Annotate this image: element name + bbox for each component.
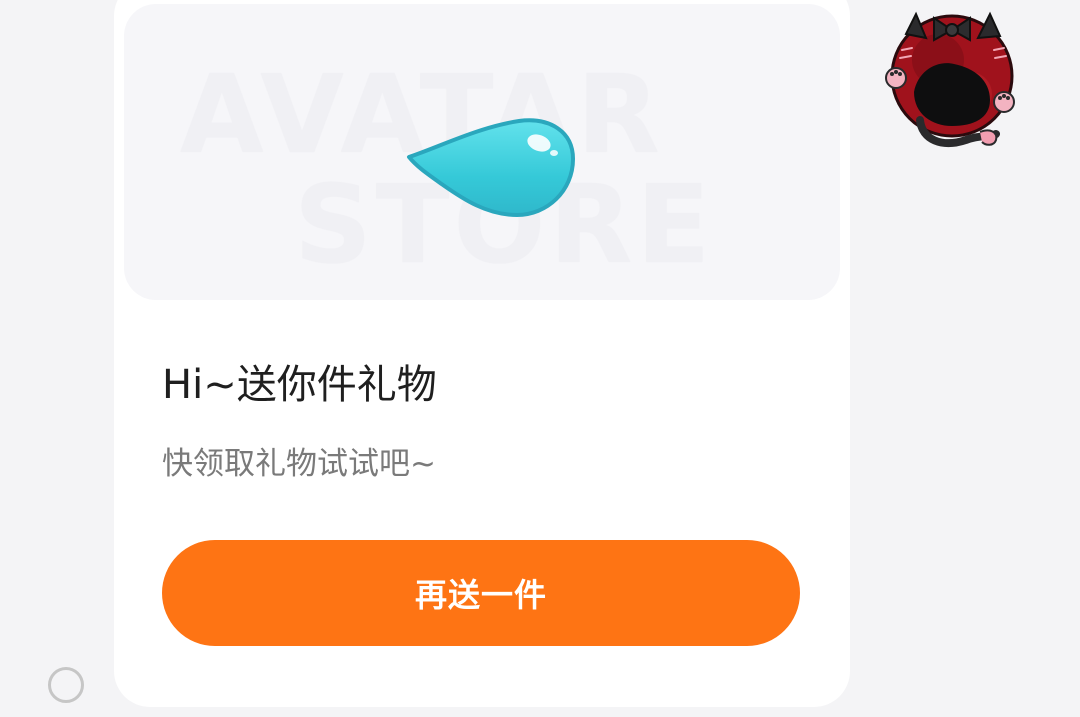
select-radio[interactable]: [48, 667, 84, 703]
chat-screen: AVATAR STORE Hi~送你件礼物 快领取礼物试试吧~ 再送一件: [0, 0, 1080, 717]
gift-message-card[interactable]: AVATAR STORE Hi~送你件礼物 快领取礼物试试吧~ 再送一件: [114, 0, 850, 707]
gift-subtitle: 快领取礼物试试吧~: [162, 446, 436, 482]
send-again-button[interactable]: 再送一件: [162, 540, 800, 646]
water-drop-icon: [407, 118, 575, 217]
black-cat-avatar[interactable]: [878, 0, 1026, 156]
gift-title: Hi~送你件礼物: [162, 362, 437, 408]
gift-preview: AVATAR STORE: [124, 4, 840, 300]
